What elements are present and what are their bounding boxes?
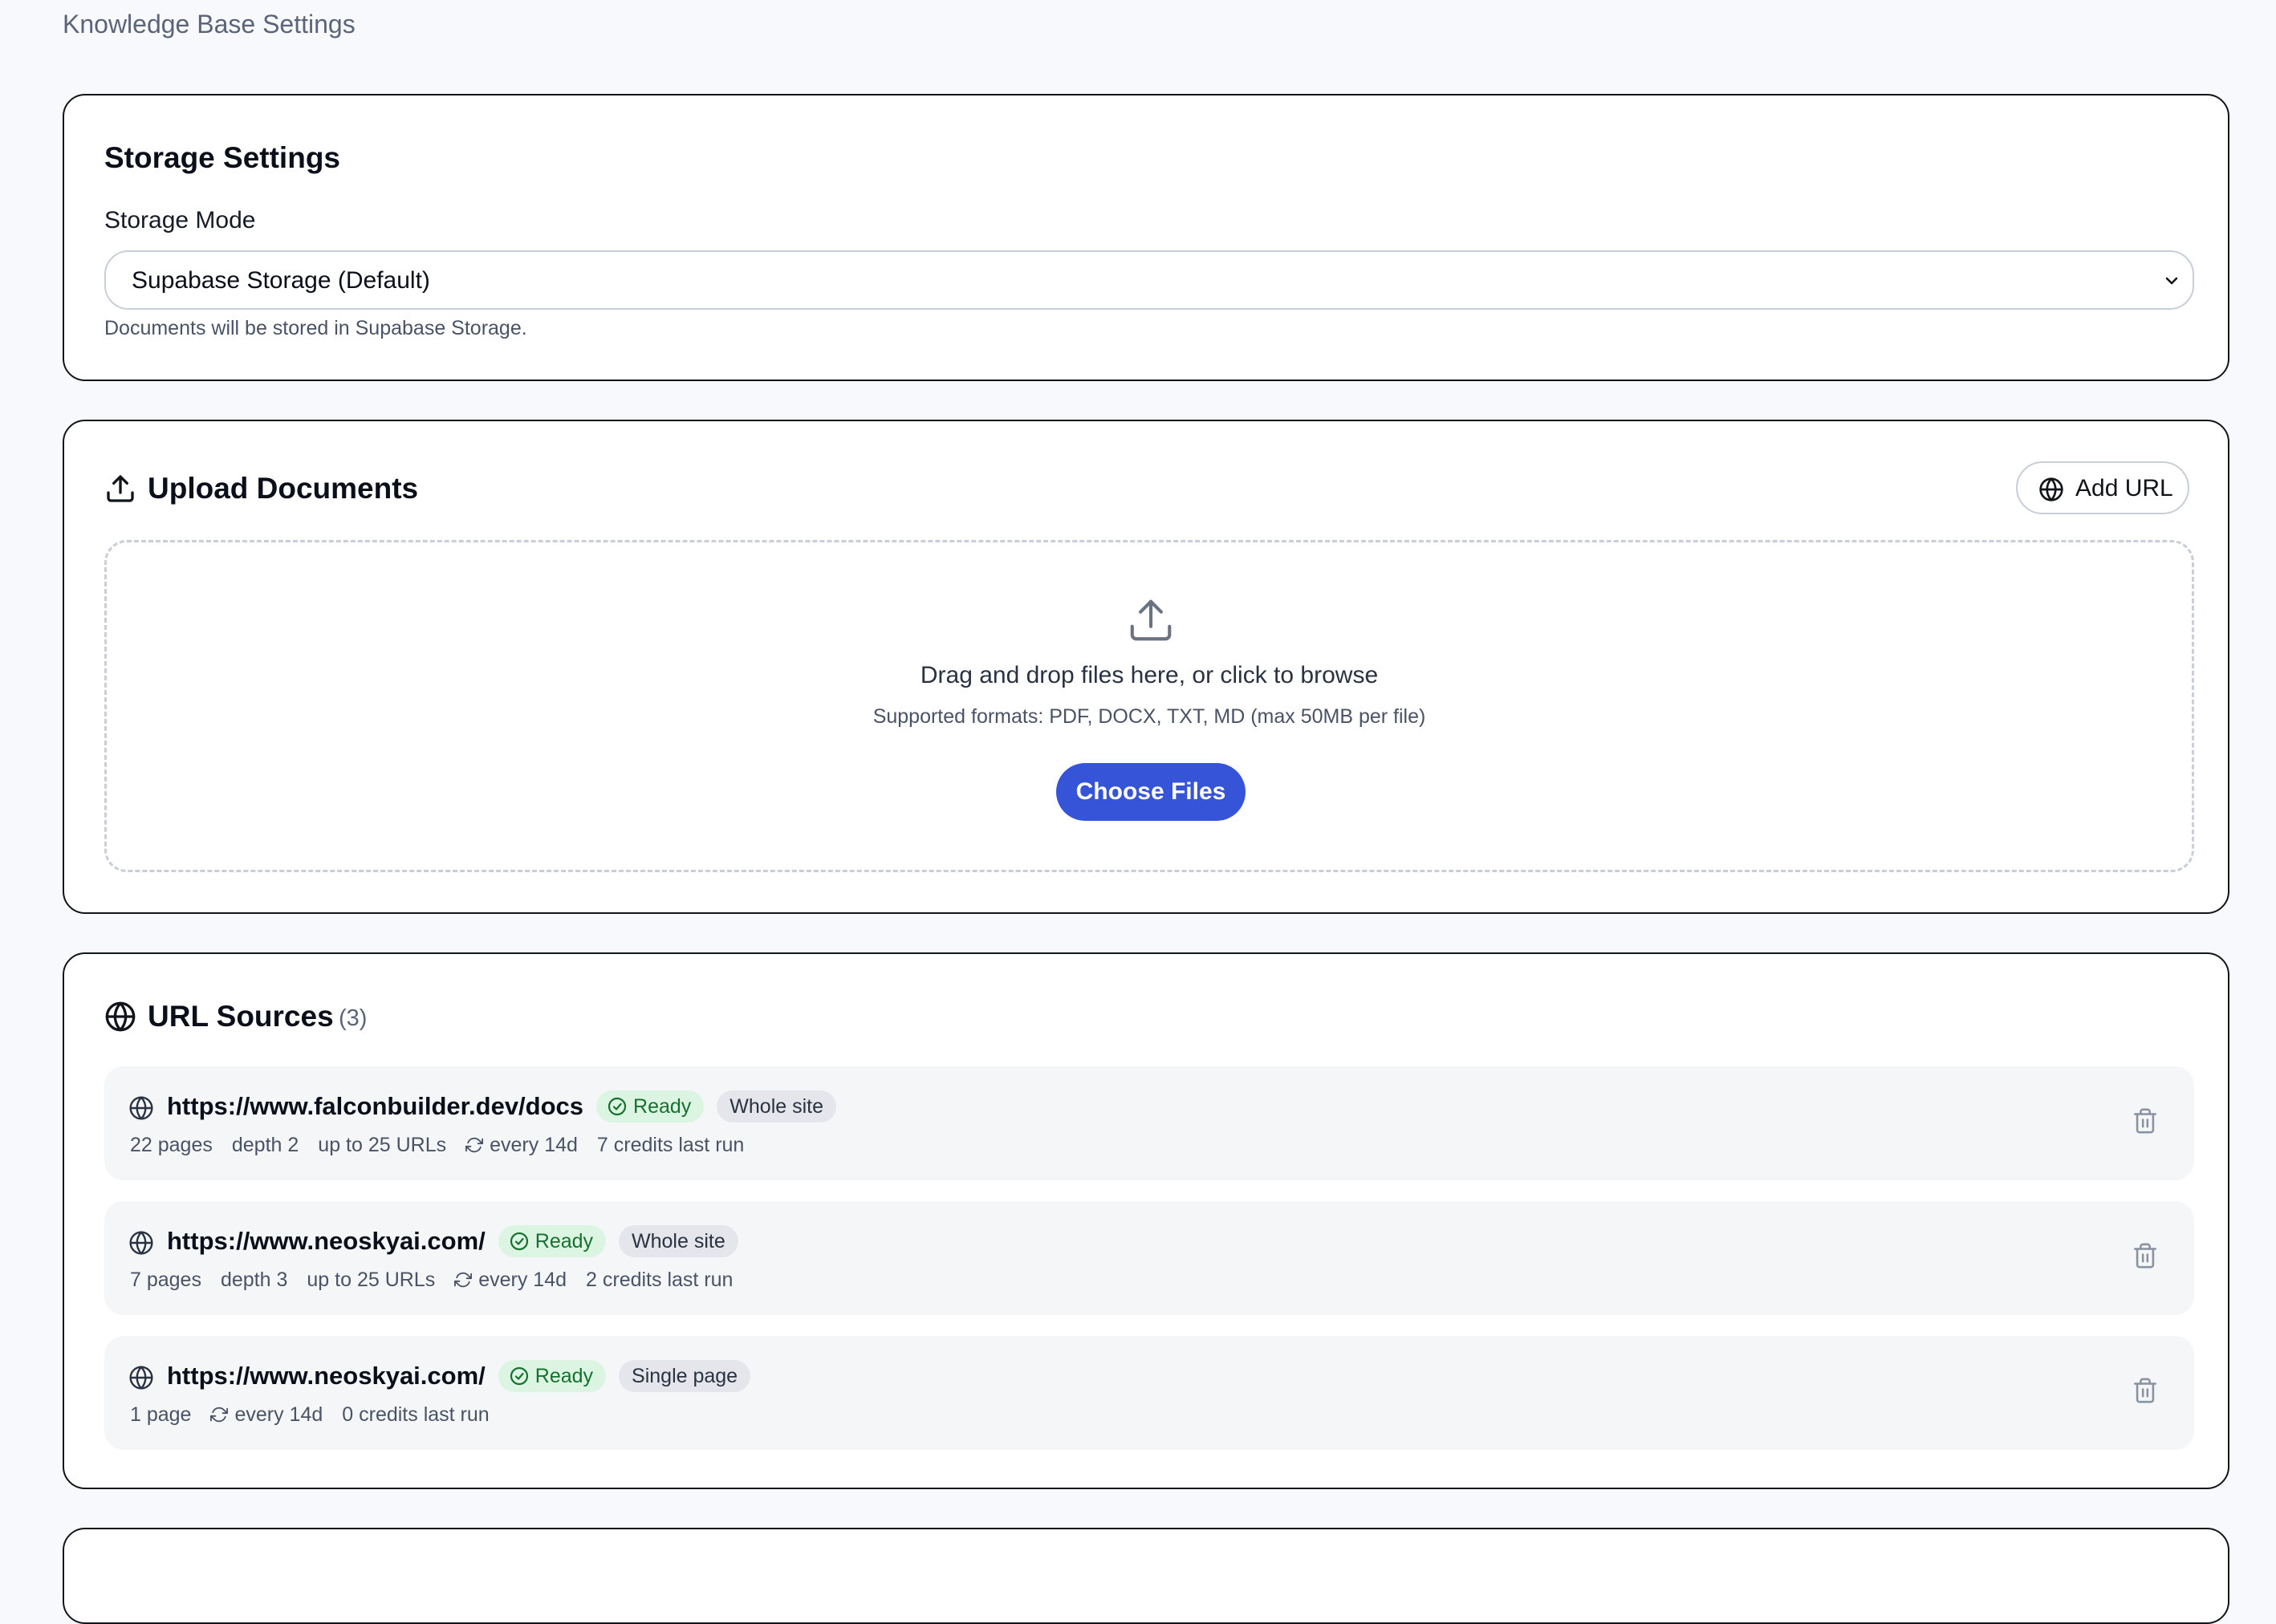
upload-documents-card: Upload Documents Add URL Drag and drop f… xyxy=(63,420,2229,914)
globe-icon xyxy=(2039,477,2063,501)
meta-credits: 0 credits last run xyxy=(342,1403,490,1426)
upload-icon xyxy=(107,475,134,502)
url-source-row: https://www.falconbuilder.dev/docs Ready… xyxy=(104,1066,2194,1180)
check-circle-icon xyxy=(510,1366,528,1386)
status-badge: Ready xyxy=(596,1090,705,1123)
url-source-link[interactable]: https://www.neoskyai.com/ xyxy=(167,1224,486,1259)
meta-depth: depth 3 xyxy=(220,1268,288,1291)
storage-mode-value: Supabase Storage (Default) xyxy=(132,267,430,294)
scope-badge: Single page xyxy=(619,1360,751,1392)
add-url-label: Add URL xyxy=(2075,475,2173,501)
storage-mode-label: Storage Mode xyxy=(104,207,256,233)
meta-pages: 7 pages xyxy=(130,1268,201,1291)
globe-icon xyxy=(129,1096,153,1120)
add-url-button[interactable]: Add URL xyxy=(2016,461,2189,514)
meta-schedule: every 14d xyxy=(210,1403,323,1427)
storage-mode-select[interactable]: Supabase Storage (Default) xyxy=(104,250,2194,310)
trash-icon[interactable] xyxy=(2132,1241,2159,1270)
storage-settings-card: Storage Settings Storage Mode Supabase S… xyxy=(63,94,2229,381)
upload-documents-heading: Upload Documents xyxy=(148,472,419,505)
next-section-card xyxy=(63,1528,2229,1624)
status-badge: Ready xyxy=(498,1360,607,1392)
status-badge-label: Ready xyxy=(534,1229,594,1253)
check-circle-icon xyxy=(510,1232,528,1251)
url-source-link[interactable]: https://www.neoskyai.com/ xyxy=(167,1358,486,1394)
globe-icon xyxy=(129,1231,153,1255)
status-badge: Ready xyxy=(498,1225,607,1257)
storage-helper-text: Documents will be stored in Supabase Sto… xyxy=(104,317,527,339)
meta-url-limit: up to 25 URLs xyxy=(307,1268,436,1291)
refresh-icon xyxy=(454,1272,473,1288)
status-badge-label: Ready xyxy=(633,1094,692,1118)
scope-badge: Whole site xyxy=(717,1090,837,1123)
status-badge-label: Ready xyxy=(534,1364,594,1387)
scope-badge: Whole site xyxy=(619,1225,738,1257)
check-circle-icon xyxy=(608,1097,627,1116)
meta-credits: 7 credits last run xyxy=(596,1133,745,1156)
meta-schedule-label: every 14d xyxy=(478,1268,567,1291)
meta-pages: 22 pages xyxy=(130,1133,213,1156)
trash-icon[interactable] xyxy=(2132,1376,2159,1405)
url-sources-card: URL Sources (3) https://www.falconbuilde… xyxy=(63,952,2229,1489)
meta-pages: 1 page xyxy=(130,1403,192,1426)
dropzone-formats: Supported formats: PDF, DOCX, TXT, MD (m… xyxy=(872,705,1426,728)
meta-schedule: every 14d xyxy=(454,1269,567,1292)
refresh-icon xyxy=(210,1407,229,1423)
chevron-down-icon xyxy=(2165,277,2178,285)
globe-icon xyxy=(105,1001,136,1032)
meta-schedule: every 14d xyxy=(465,1134,578,1157)
upload-icon xyxy=(1130,599,1172,641)
file-dropzone[interactable]: Drag and drop files here, or click to br… xyxy=(104,540,2194,872)
url-source-row: https://www.neoskyai.com/ Ready Single p… xyxy=(104,1336,2194,1450)
meta-credits: 2 credits last run xyxy=(586,1268,734,1291)
trash-icon[interactable] xyxy=(2132,1106,2159,1135)
refresh-icon xyxy=(465,1137,484,1153)
meta-url-limit: up to 25 URLs xyxy=(318,1133,447,1156)
meta-depth: depth 2 xyxy=(231,1133,299,1156)
url-source-link[interactable]: https://www.falconbuilder.dev/docs xyxy=(167,1089,583,1124)
url-sources-count: (3) xyxy=(339,1005,368,1031)
url-source-row: https://www.neoskyai.com/ Ready Whole si… xyxy=(104,1201,2194,1315)
choose-files-button[interactable]: Choose Files xyxy=(1056,763,1246,821)
url-sources-heading: URL Sources xyxy=(148,1000,334,1033)
globe-icon xyxy=(129,1366,153,1390)
meta-schedule-label: every 14d xyxy=(234,1403,323,1426)
dropzone-title: Drag and drop files here, or click to br… xyxy=(920,662,1379,688)
page-title: Knowledge Base Settings xyxy=(63,10,356,39)
meta-schedule-label: every 14d xyxy=(490,1133,578,1156)
storage-settings-heading: Storage Settings xyxy=(104,141,340,174)
